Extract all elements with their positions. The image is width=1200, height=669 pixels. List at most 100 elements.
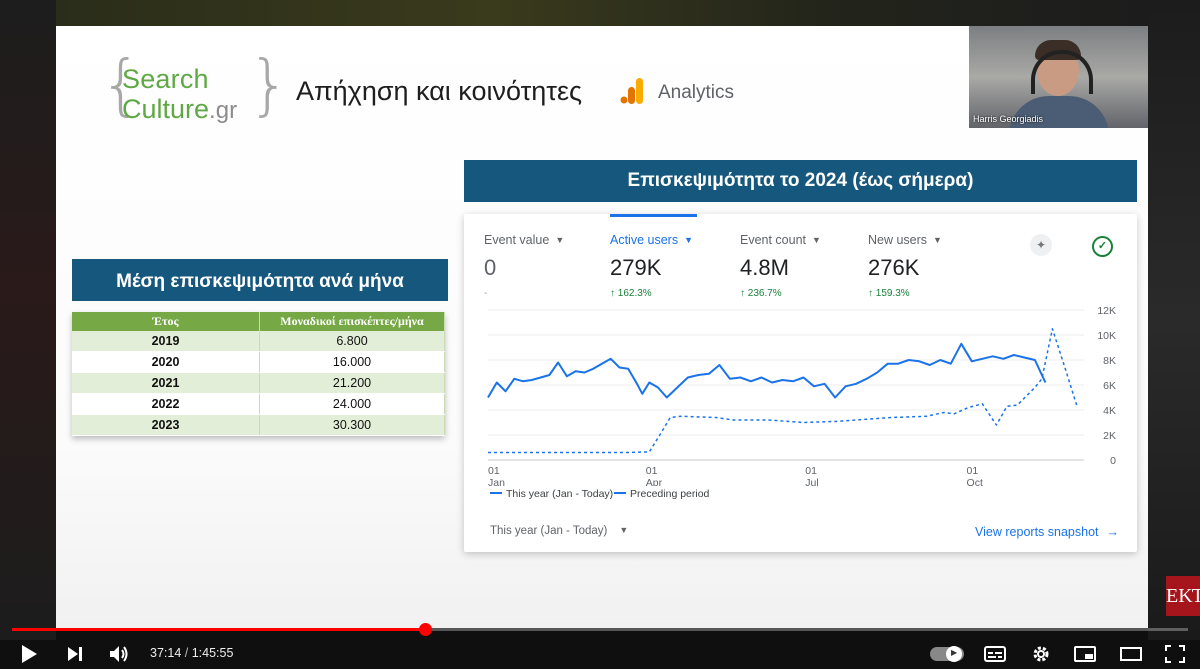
caret-down-icon: ▼ xyxy=(555,235,565,245)
x-tick-label: Oct xyxy=(967,477,983,486)
settings-button[interactable] xyxy=(1028,641,1054,667)
webcam-presenter-name: Harris Georgiadis xyxy=(973,114,1044,124)
y-tick-label: 10K xyxy=(1097,330,1116,342)
table-cell-visitors: 21.200 xyxy=(259,372,445,394)
theater-mode-button[interactable] xyxy=(1118,641,1144,667)
legend-dashed-swatch xyxy=(614,492,626,494)
background-left xyxy=(0,0,56,640)
logo-line1: Search xyxy=(122,64,209,94)
metric-label-text: Event count xyxy=(740,233,807,247)
metric-value: 0 xyxy=(484,255,497,280)
active-users-line-chart: 12K10K8K6K4K2K001Jan01Apr01Jul01Oct xyxy=(487,305,1116,486)
table-cell-year: 2020 xyxy=(72,351,260,373)
table-cell-year: 2022 xyxy=(72,393,260,415)
analytics-card: Event value ▼ 0 - Active users ▼ 279K ↑ 16… xyxy=(464,214,1137,552)
monthly-average-banner: Μέση επισκεψιμότητα ανά μήνα xyxy=(72,259,448,301)
metric-active-users[interactable]: Active users ▼ 279K ↑ 162.3% xyxy=(610,233,693,299)
logo-word-culture: Culture xyxy=(122,94,210,124)
active-metric-indicator xyxy=(610,214,697,217)
video-frame-slide[interactable]: { } Search Culture.gr Απήχηση και κοινότ… xyxy=(56,26,1148,628)
volume-button[interactable] xyxy=(104,641,134,667)
legend-solid-swatch xyxy=(490,492,502,494)
metric-label: Event count ▼ xyxy=(740,233,821,247)
metric-label: New users ▼ xyxy=(868,233,942,247)
slide-title: Απήχηση και κοινότητες xyxy=(296,76,583,106)
x-tick-label: Jan xyxy=(488,477,505,486)
metric-value: 279K xyxy=(610,255,662,280)
table-cell-year: 2019 xyxy=(72,331,260,352)
play-button[interactable] xyxy=(14,641,44,667)
background-top xyxy=(56,0,1148,26)
fullscreen-button[interactable] xyxy=(1162,641,1188,667)
legend-current: This year (Jan - Today) xyxy=(490,488,613,500)
view-reports-snapshot-link[interactable]: View reports snapshot → xyxy=(975,525,1119,539)
table-row: 2023 30.300 xyxy=(72,414,445,436)
table-cell-year: 2023 xyxy=(72,414,260,436)
metric-event-count[interactable]: Event count ▼ 4.8M ↑ 236.7% xyxy=(740,233,821,299)
table-header-year: Έτος xyxy=(72,312,260,331)
metric-event-value[interactable]: Event value ▼ 0 - xyxy=(484,233,564,299)
subtitles-icon xyxy=(984,646,1006,662)
background-right xyxy=(1148,0,1200,640)
metric-label-text: Event value xyxy=(484,233,550,247)
series-line-preceding-period xyxy=(488,328,1078,454)
metric-new-users[interactable]: New users ▼ 276K ↑ 159.3% xyxy=(868,233,942,299)
table-row: 2019 6.800 xyxy=(72,331,445,352)
date-range-text: This year (Jan - Today) xyxy=(490,525,608,537)
metric-label-text: Active users xyxy=(610,233,679,247)
x-tick-label: 01 xyxy=(646,465,658,477)
fullscreen-icon xyxy=(1165,645,1185,663)
logo-line2: Culture.gr xyxy=(122,94,237,125)
x-tick-label: Apr xyxy=(646,477,663,486)
table-cell-visitors: 6.800 xyxy=(259,331,445,352)
metric-label: Event value ▼ xyxy=(484,233,564,247)
gear-icon xyxy=(1033,646,1049,662)
autoplay-play-icon: ▶ xyxy=(951,648,958,657)
legend-current-label: This year (Jan - Today) xyxy=(506,488,614,500)
progress-played xyxy=(12,628,426,631)
webcam-headset xyxy=(1031,50,1093,94)
current-time: 37:14 xyxy=(150,646,182,660)
table-cell-visitors: 24.000 xyxy=(259,393,445,415)
table-cell-visitors: 30.300 xyxy=(259,414,445,436)
metric-label-text: New users xyxy=(868,233,928,247)
table-row: 2020 16.000 xyxy=(72,351,445,373)
progress-scrubber-handle[interactable] xyxy=(419,623,433,636)
next-button[interactable] xyxy=(60,641,90,667)
arrow-right-icon: → xyxy=(1106,525,1120,539)
insights-icon[interactable]: ✦ xyxy=(1030,234,1052,256)
series-line-this-year xyxy=(487,342,1047,399)
analytics-logo-icon xyxy=(620,78,643,104)
metric-label: Active users ▼ xyxy=(610,233,693,247)
y-tick-label: 4K xyxy=(1103,405,1116,417)
x-tick-label: Jul xyxy=(805,477,818,486)
y-tick-label: 0 xyxy=(1110,455,1116,467)
time-display: 37:14 / 1:45:55 xyxy=(150,646,233,660)
view-link-text: View reports snapshot xyxy=(975,525,1099,539)
y-tick-label: 8K xyxy=(1103,355,1116,367)
caret-down-icon: ▼ xyxy=(619,525,629,535)
duration: 1:45:55 xyxy=(191,646,234,660)
subtitles-button[interactable] xyxy=(982,641,1008,667)
table-row: 2022 24.000 xyxy=(72,393,445,415)
time-separator: / xyxy=(181,646,192,660)
table-cell-visitors: 16.000 xyxy=(259,351,445,373)
legend-previous: Preceding period xyxy=(614,488,709,500)
legend-previous-label: Preceding period xyxy=(630,488,710,500)
caret-down-icon: ▼ xyxy=(812,235,821,245)
traffic-2024-banner: Επισκεψιμότητα το 2024 (έως σήμερα) xyxy=(464,160,1137,202)
skip-next-icon xyxy=(68,647,82,661)
logo-brace-right: } xyxy=(248,46,290,123)
play-icon xyxy=(22,645,37,663)
caret-down-icon: ▼ xyxy=(933,235,942,245)
caret-down-icon: ▼ xyxy=(684,235,694,245)
ekt-watermark-logo: ΕΚΤ xyxy=(1166,576,1200,616)
autoplay-toggle[interactable]: ▶ xyxy=(930,646,964,662)
volume-icon xyxy=(110,646,128,662)
miniplayer-button[interactable] xyxy=(1072,641,1098,667)
webcam-overlay: Harris Georgiadis xyxy=(969,26,1148,128)
y-tick-label: 6K xyxy=(1103,380,1116,392)
checkmark-circle-icon[interactable]: ✓ xyxy=(1092,236,1113,257)
date-range-selector[interactable]: This year (Jan - Today) ▼ xyxy=(490,525,628,537)
table-row: 2021 21.200 xyxy=(72,372,445,394)
